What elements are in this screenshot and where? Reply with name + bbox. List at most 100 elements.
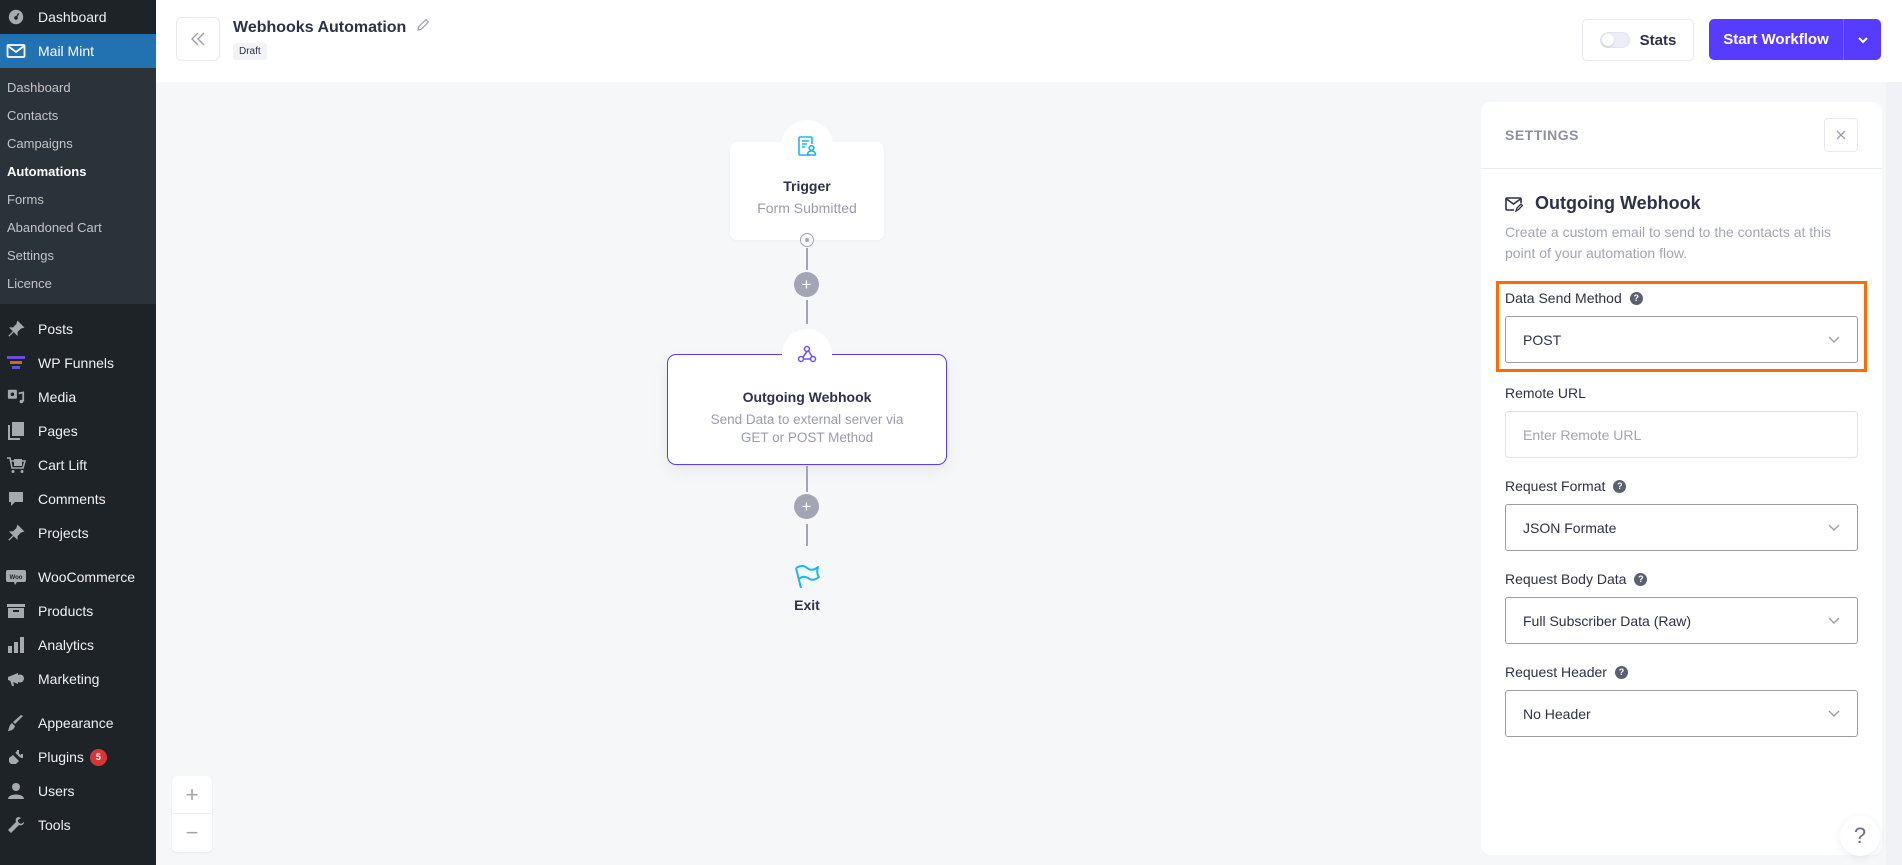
menu-tools[interactable]: Tools — [0, 808, 156, 842]
menu-plugins[interactable]: Plugins 5 — [0, 740, 156, 774]
status-badge: Draft — [233, 43, 267, 60]
submenu-dashboard[interactable]: Dashboard — [0, 73, 156, 101]
field-label: Request Header ? — [1505, 664, 1858, 680]
connector-line — [806, 466, 808, 492]
request-header-select[interactable]: No Header — [1505, 690, 1858, 737]
chevron-down-icon — [1828, 336, 1840, 343]
submenu-settings[interactable]: Settings — [0, 241, 156, 269]
menu-appearance[interactable]: Appearance — [0, 706, 156, 740]
select-value: No Header — [1523, 705, 1591, 722]
menu-projects[interactable]: Projects — [0, 516, 156, 550]
help-icon[interactable]: ? — [1634, 572, 1648, 586]
menu-users[interactable]: Users — [0, 774, 156, 808]
help-button[interactable]: ? — [1840, 816, 1880, 856]
menu-dashboard[interactable]: Dashboard — [0, 0, 156, 34]
connector-line — [806, 524, 808, 546]
double-chevron-left-icon — [191, 32, 205, 46]
stats-toggle-button[interactable]: Stats — [1582, 19, 1694, 61]
remote-url-field: Remote URL — [1505, 385, 1858, 458]
menu-marketing[interactable]: Marketing — [0, 662, 156, 696]
stats-toggle[interactable] — [1599, 32, 1630, 48]
start-workflow-dropdown[interactable] — [1843, 19, 1881, 60]
dashboard-icon — [6, 7, 26, 27]
menu-comments[interactable]: Comments — [0, 482, 156, 516]
workflow-canvas[interactable]: Trigger Form Submitted + Outgoing Webhoo… — [156, 82, 1480, 865]
trigger-node-icon-wrap — [781, 120, 833, 172]
menu-woocommerce[interactable]: Woo WooCommerce — [0, 560, 156, 594]
pencil-icon[interactable] — [416, 18, 430, 37]
exit-label: Exit — [794, 597, 820, 613]
menu-products[interactable]: Products — [0, 594, 156, 628]
plug-icon — [6, 747, 26, 767]
pages-icon — [6, 421, 26, 441]
media-icon — [6, 387, 26, 407]
field-label: Data Send Method ? — [1505, 290, 1858, 306]
remote-url-label: Remote URL — [1505, 385, 1586, 401]
menu-posts[interactable]: Posts — [0, 312, 156, 346]
select-value: POST — [1523, 331, 1562, 348]
submenu-campaigns[interactable]: Campaigns — [0, 129, 156, 157]
menu-label: Users — [38, 783, 75, 799]
menu-label: WP Funnels — [38, 355, 114, 371]
plugins-update-badge: 5 — [89, 748, 107, 766]
menu-label: Projects — [38, 525, 89, 541]
add-step-button[interactable]: + — [794, 494, 819, 519]
section-title: Outgoing Webhook — [1505, 193, 1858, 214]
menu-media[interactable]: Media — [0, 380, 156, 414]
help-icon[interactable]: ? — [1629, 291, 1643, 305]
woo-icon: Woo — [6, 567, 26, 587]
trigger-output-handle[interactable] — [800, 233, 814, 247]
field-label: Request Format ? — [1505, 478, 1858, 494]
data-send-method-label: Data Send Method — [1505, 290, 1622, 306]
zoom-in-button[interactable]: + — [172, 776, 212, 814]
help-icon[interactable]: ? — [1614, 665, 1628, 679]
megaphone-icon — [6, 669, 26, 689]
outgoing-webhook-node[interactable]: Outgoing Webhook Send Data to external s… — [667, 329, 947, 465]
automation-header: Webhooks Automation Draft Stats Start Wo… — [156, 0, 1902, 82]
pin-icon — [6, 523, 26, 543]
menu-mail-mint[interactable]: Mail Mint — [0, 34, 156, 68]
add-step-button[interactable]: + — [794, 272, 819, 297]
data-send-method-field: Data Send Method ? POST — [1496, 281, 1867, 372]
webhook-desc-line: GET or POST Method — [740, 430, 874, 445]
submenu-forms[interactable]: Forms — [0, 185, 156, 213]
back-button[interactable] — [176, 17, 220, 61]
submenu-contacts[interactable]: Contacts — [0, 101, 156, 129]
menu-label: Plugins — [38, 749, 84, 765]
wrench-icon — [6, 815, 26, 835]
data-send-method-select[interactable]: POST — [1505, 316, 1858, 363]
connector-line — [806, 300, 808, 324]
trigger-node[interactable]: Trigger Form Submitted — [730, 120, 884, 240]
remote-url-input[interactable] — [1505, 411, 1858, 458]
request-body-select[interactable]: Full Subscriber Data (Raw) — [1505, 597, 1858, 644]
help-icon[interactable]: ? — [1613, 479, 1627, 493]
submenu-abandoned-cart[interactable]: Abandoned Cart — [0, 213, 156, 241]
start-workflow-group: Start Workflow — [1709, 19, 1881, 60]
start-workflow-button[interactable]: Start Workflow — [1709, 19, 1843, 60]
request-format-select[interactable]: JSON Formate — [1505, 504, 1858, 551]
menu-label: Posts — [38, 321, 74, 337]
wp-admin-sidebar: Dashboard Mail Mint Dashboard Contacts C… — [0, 0, 156, 865]
submenu-automations[interactable]: Automations — [0, 157, 156, 185]
trigger-title: Trigger — [783, 178, 831, 194]
scroll-gutter — [1886, 82, 1902, 865]
menu-pages[interactable]: Pages — [0, 414, 156, 448]
close-settings-button[interactable] — [1824, 118, 1858, 152]
zoom-out-button[interactable]: − — [172, 814, 212, 852]
exit-node[interactable]: Exit — [784, 564, 830, 613]
webhook-title: Outgoing Webhook — [742, 389, 872, 405]
section-description: Create a custom email to send to the con… — [1505, 224, 1832, 261]
submenu-licence[interactable]: Licence — [0, 269, 156, 297]
webhook-icon — [797, 345, 817, 363]
automation-title: Webhooks Automation — [233, 18, 407, 36]
menu-analytics[interactable]: Analytics — [0, 628, 156, 662]
menu-label: Appearance — [38, 715, 114, 731]
mail-edit-icon — [1505, 196, 1523, 212]
menu-label: Analytics — [38, 637, 95, 653]
menu-cart-lift[interactable]: Cart Lift — [0, 448, 156, 482]
settings-title: SETTINGS — [1505, 127, 1580, 143]
settings-panel: SETTINGS Outgoing Webhook Create a custo… — [1481, 102, 1882, 855]
menu-wp-funnels[interactable]: WP Funnels — [0, 346, 156, 380]
settings-header: SETTINGS — [1481, 102, 1882, 169]
pin-icon — [6, 319, 26, 339]
